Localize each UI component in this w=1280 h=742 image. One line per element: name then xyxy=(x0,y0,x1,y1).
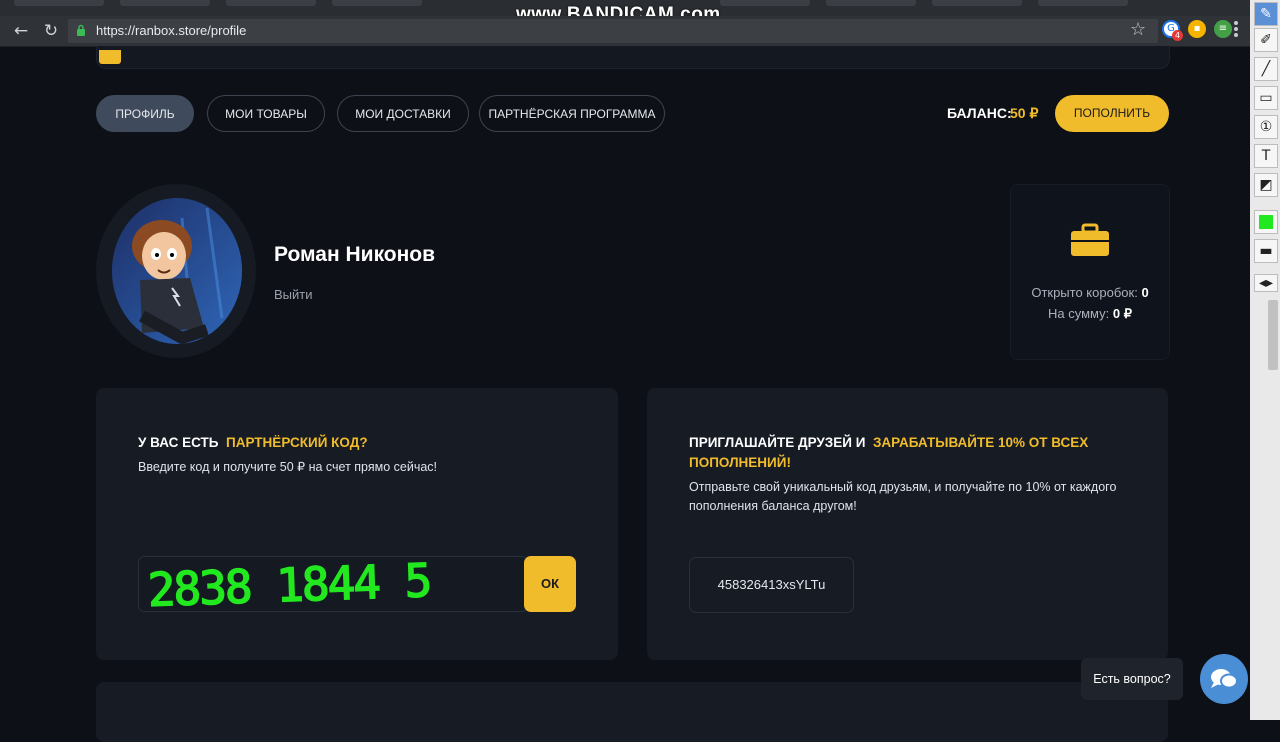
color-swatch[interactable] xyxy=(1254,210,1278,234)
invite-title-prefix: ПРИГЛАШАЙТЕ ДРУЗЕЙ И xyxy=(689,435,866,450)
partner-code-title: У ВАС ЕСТЬ ПАРТНЁРСКИЙ КОД? xyxy=(138,433,368,453)
browser-tab[interactable] xyxy=(826,0,916,6)
lower-card xyxy=(96,682,1168,742)
avatar xyxy=(112,198,242,344)
invite-card xyxy=(647,388,1168,660)
collapse-arrows-icon[interactable]: ◂▸ xyxy=(1254,274,1278,292)
browser-tab[interactable] xyxy=(120,0,210,6)
chat-bubbles-icon xyxy=(1211,669,1238,689)
chat-extension-icon[interactable]: ▪ xyxy=(1188,20,1206,38)
rectangle-tool-icon[interactable]: ▭ xyxy=(1254,86,1278,110)
invite-description-line-2: пополнения баланса другом! xyxy=(689,499,857,513)
briefcase-icon xyxy=(1071,223,1109,256)
extension-badge: 4 xyxy=(1172,30,1183,41)
invite-title-highlight-2: ПОПОЛНЕНИЙ! xyxy=(689,455,791,470)
browser-tab[interactable] xyxy=(1038,0,1128,6)
browser-tab[interactable] xyxy=(226,0,316,6)
invite-description: Отправьте свой уникальный код друзьям, и… xyxy=(689,478,1116,516)
referral-code-box[interactable]: 458326413xsYLTu xyxy=(689,557,854,613)
url-text: https://ranbox.store/profile xyxy=(96,23,247,38)
partner-code-title-highlight: ПАРТНЁРСКИЙ КОД? xyxy=(226,435,368,450)
back-arrow-icon[interactable]: ← xyxy=(10,20,32,42)
user-name: Роман Никонов xyxy=(274,243,436,266)
logout-link[interactable]: Выйти xyxy=(274,287,313,302)
partner-code-description: Введите код и получите 50 ₽ на счет прям… xyxy=(138,460,438,474)
total-sum-value: 0 ₽ xyxy=(1112,306,1132,321)
handwritten-code-scribble: 2838 1844 5 xyxy=(146,552,432,617)
stats-card: Открыто коробок: 0 На сумму: 0 ₽ xyxy=(1010,184,1170,360)
topup-button[interactable]: ПОПОЛНИТЬ xyxy=(1055,95,1169,132)
browser-tab[interactable] xyxy=(720,0,810,6)
list-extension-icon[interactable]: ≡ xyxy=(1214,20,1232,38)
scrollbar-thumb[interactable] xyxy=(1268,300,1278,370)
chat-button[interactable] xyxy=(1200,654,1248,704)
opened-boxes-row: Открыто коробок: 0 xyxy=(1011,285,1169,300)
partner-code-title-prefix: У ВАС ЕСТЬ xyxy=(138,435,219,450)
tab-my-items[interactable]: МОИ ТОВАРЫ xyxy=(207,95,325,132)
line-tool-icon[interactable]: ╱ xyxy=(1254,57,1278,81)
lock-icon xyxy=(77,24,85,36)
reload-icon[interactable]: ↻ xyxy=(40,20,62,42)
browser-toolbar: ← ↻ https://ranbox.store/profile xyxy=(0,16,1250,47)
opened-boxes-label: Открыто коробок: xyxy=(1031,285,1138,300)
total-sum-label: На сумму: xyxy=(1048,306,1110,321)
address-bar[interactable]: https://ranbox.store/profile xyxy=(68,19,1158,43)
text-tool-icon[interactable]: T xyxy=(1254,144,1278,168)
balance-value: 50 ₽ xyxy=(1010,105,1039,121)
tab-partner-program[interactable]: ПАРТНЁРСКАЯ ПРОГРАММА xyxy=(479,95,665,132)
ok-button[interactable]: ОК xyxy=(524,556,576,612)
header-accent xyxy=(99,50,121,64)
header-strip xyxy=(96,46,1170,69)
eraser-tool-icon[interactable]: ◩ xyxy=(1254,173,1278,197)
invite-description-line-1: Отправьте свой уникальный код друзьям, и… xyxy=(689,480,1117,494)
invite-title-highlight-1: ЗАРАБАТЫВАЙТЕ 10% ОТ ВСЕХ xyxy=(872,435,1089,450)
invite-title: ПРИГЛАШАЙТЕ ДРУЗЕЙ И ЗАРАБАТЫВАЙТЕ 10% О… xyxy=(689,433,1088,473)
bookmark-star-icon[interactable]: ☆ xyxy=(1130,19,1146,40)
browser-tab[interactable] xyxy=(332,0,422,6)
opened-boxes-value: 0 xyxy=(1141,285,1149,300)
numbering-tool-icon[interactable]: ① xyxy=(1254,115,1278,139)
line-width-icon[interactable]: ▬ xyxy=(1254,239,1278,263)
highlighter-tool-icon[interactable]: ✐ xyxy=(1254,28,1278,52)
scribble-text: 2838 1844 5 xyxy=(147,553,431,617)
browser-menu-icon[interactable] xyxy=(1234,21,1238,37)
total-sum-row: На сумму: 0 ₽ xyxy=(1011,306,1169,322)
tab-my-deliveries[interactable]: МОИ ДОСТАВКИ xyxy=(337,95,469,132)
balance-label: БАЛАНС: xyxy=(947,105,1012,121)
help-tooltip[interactable]: Есть вопрос? xyxy=(1081,658,1183,700)
browser-tab[interactable] xyxy=(14,0,104,6)
browser-tab[interactable] xyxy=(932,0,1022,6)
pen-tool-icon[interactable]: ✎ xyxy=(1254,2,1278,26)
tab-profile[interactable]: ПРОФИЛЬ xyxy=(96,95,194,132)
